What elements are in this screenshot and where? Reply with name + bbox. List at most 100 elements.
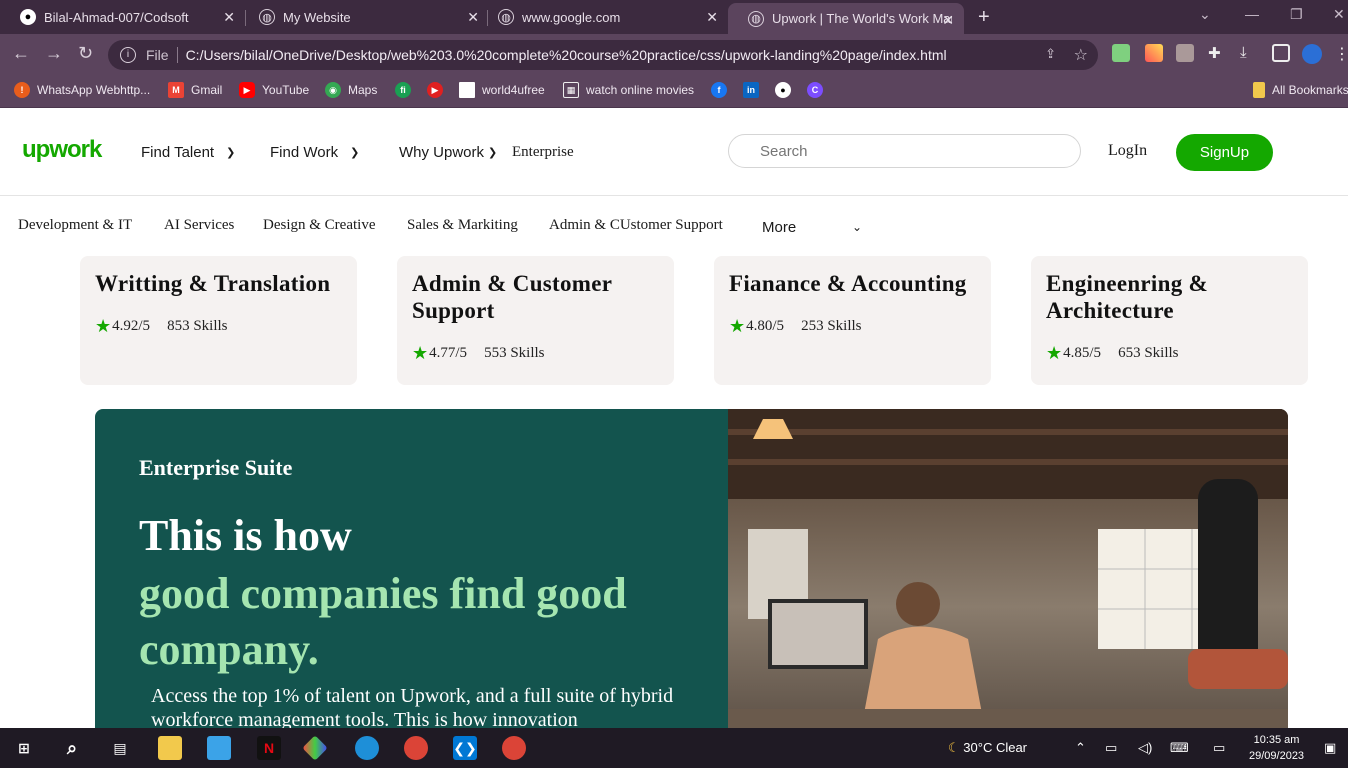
alert-icon: ! bbox=[14, 82, 30, 98]
reload-icon[interactable]: ↻ bbox=[78, 43, 93, 64]
card-rating: ★ 4.80/5 253 Skills bbox=[729, 316, 862, 336]
linkedin-icon: in bbox=[743, 82, 759, 98]
login-link[interactable]: LogIn bbox=[1108, 142, 1147, 160]
chrome-icon[interactable] bbox=[404, 736, 428, 760]
address-url[interactable]: C:/Users/bilal/OneDrive/Desktop/web%203.… bbox=[186, 47, 947, 63]
bookmark-linkedin[interactable]: in bbox=[743, 82, 766, 98]
banner-eyebrow: Enterprise Suite bbox=[139, 455, 293, 480]
nav-why-upwork[interactable]: Why Upwork ❯ bbox=[399, 144, 497, 161]
keyboard-icon[interactable]: ⌨ bbox=[1170, 740, 1189, 756]
c-icon: C bbox=[807, 82, 823, 98]
bookmark-facebook[interactable]: f bbox=[711, 82, 734, 98]
browser-tab-github[interactable]: ● Bilal-Ahmad-007/Codsoft ✕ bbox=[0, 0, 245, 34]
info-icon[interactable]: i bbox=[120, 47, 136, 63]
close-icon[interactable]: ✕ bbox=[223, 9, 235, 26]
bookmark-c-site[interactable]: C bbox=[807, 82, 830, 98]
clock-date: 29/09/2023 bbox=[1249, 750, 1305, 762]
avatar[interactable] bbox=[1302, 44, 1322, 64]
window-close-icon[interactable]: ✕ bbox=[1333, 6, 1345, 23]
app-diamond-icon[interactable] bbox=[302, 735, 328, 761]
close-icon[interactable]: ✕ bbox=[942, 12, 954, 29]
forward-icon[interactable]: → bbox=[45, 43, 63, 64]
bookmark-watch-movies[interactable]: ▦ watch online movies bbox=[563, 82, 694, 98]
banner-headline: This is how bbox=[139, 511, 352, 560]
menu-icon[interactable]: ⋮ bbox=[1334, 44, 1348, 63]
bookmark-world4ufree[interactable]: world4ufree bbox=[459, 82, 545, 98]
bookmark-green-site[interactable]: fi bbox=[395, 82, 418, 98]
category-admin-support[interactable]: Admin & CUstomer Support bbox=[549, 217, 723, 234]
facebook-icon: f bbox=[711, 82, 727, 98]
system-clock[interactable]: 10:35 am 29/09/2023 bbox=[1249, 732, 1304, 764]
card-rating: ★ 4.77/5 553 Skills bbox=[412, 343, 545, 363]
address-divider bbox=[176, 47, 178, 63]
gmail-icon: M bbox=[168, 82, 184, 98]
category-card[interactable]: Fianance & Accounting ★ 4.80/5 253 Skill… bbox=[714, 256, 991, 385]
nav-find-work[interactable]: Find Work ❯ bbox=[270, 144, 359, 161]
stats-extension-icon[interactable] bbox=[1176, 44, 1194, 62]
category-card[interactable]: Engineenring & Architecture ★ 4.85/5 653… bbox=[1031, 256, 1308, 385]
pen-extension-icon[interactable] bbox=[1145, 44, 1163, 62]
category-ai-services[interactable]: AI Services bbox=[164, 217, 234, 234]
bookmark-github[interactable]: ● bbox=[775, 82, 798, 98]
vscode-icon[interactable]: ❮❯ bbox=[453, 736, 477, 760]
tab-title: Bilal-Ahmad-007/Codsoft bbox=[44, 9, 189, 25]
bookmark-youtube[interactable]: ▶ YouTube bbox=[239, 82, 309, 98]
store-icon[interactable] bbox=[207, 736, 231, 760]
folder-icon bbox=[1253, 82, 1265, 98]
category-development-it[interactable]: Development & IT bbox=[18, 217, 132, 234]
category-card[interactable]: Writting & Translation ★ 4.92/5 853 Skil… bbox=[80, 256, 357, 385]
more-select[interactable]: More ⌄ bbox=[762, 216, 862, 238]
minimize-icon[interactable]: — bbox=[1245, 6, 1259, 22]
edge-icon[interactable] bbox=[355, 736, 379, 760]
bookmark-gmail[interactable]: M Gmail bbox=[168, 82, 222, 98]
restore-icon[interactable]: ❐ bbox=[1290, 6, 1303, 23]
chrome-profile-icon[interactable] bbox=[502, 736, 526, 760]
nav-find-talent[interactable]: Find Talent ❯ bbox=[141, 144, 235, 161]
file-explorer-icon[interactable] bbox=[158, 736, 182, 760]
task-view-icon[interactable]: ▤ bbox=[108, 736, 132, 760]
share-icon[interactable]: ⇪ bbox=[1045, 46, 1056, 62]
browser-tab-upwork[interactable]: ◍ Upwork | The World's Work Mar ✕ bbox=[728, 3, 964, 34]
bookmark-whatsapp[interactable]: ! WhatsApp Webhttp... bbox=[14, 82, 150, 98]
new-tab-button[interactable]: + bbox=[978, 6, 990, 29]
star-icon: ★ bbox=[412, 343, 429, 363]
bookmark-maps[interactable]: ◉ Maps bbox=[325, 82, 377, 98]
close-icon[interactable]: ✕ bbox=[706, 9, 718, 26]
chevron-up-icon[interactable]: ⌃ bbox=[1075, 740, 1086, 756]
signup-button[interactable]: SignUp bbox=[1176, 134, 1273, 171]
bookmark-red-play[interactable]: ▶ bbox=[427, 82, 450, 98]
card-title: Admin & Customer Support bbox=[412, 271, 612, 323]
puzzle-icon[interactable]: ✚ bbox=[1208, 44, 1226, 62]
category-card[interactable]: Admin & Customer Support ★ 4.77/5 553 Sk… bbox=[397, 256, 674, 385]
address-scheme: File bbox=[146, 47, 169, 63]
sidebar-icon[interactable] bbox=[1272, 44, 1290, 62]
category-sales-marketing[interactable]: Sales & Markiting bbox=[407, 217, 518, 234]
download-icon[interactable]: ⤓ bbox=[1240, 44, 1258, 62]
browser-tab-google[interactable]: ◍ www.google.com ✕ bbox=[478, 0, 728, 34]
browser-tab-my-website[interactable]: ◍ My Website ✕ bbox=[239, 0, 489, 34]
search-input[interactable] bbox=[728, 134, 1081, 168]
upwork-logo[interactable]: upwork bbox=[22, 136, 102, 164]
bookmark-all-bookmarks[interactable]: All Bookmarks bbox=[1253, 82, 1348, 98]
search-icon[interactable]: ⌕ bbox=[60, 736, 84, 760]
bookmark-star-icon[interactable]: ☆ bbox=[1074, 45, 1088, 65]
card-rating: ★ 4.92/5 853 Skills bbox=[95, 316, 228, 336]
weather-widget[interactable]: ☾ 30°C Clear bbox=[948, 740, 1027, 756]
star-icon: ★ bbox=[1046, 343, 1063, 363]
card-title: Fianance & Accounting bbox=[729, 271, 967, 296]
tab-title: www.google.com bbox=[522, 9, 621, 25]
display-icon[interactable]: ▭ bbox=[1213, 740, 1225, 756]
tab-search-icon[interactable]: ⌄ bbox=[1199, 6, 1211, 23]
volume-icon[interactable]: ◁) bbox=[1138, 740, 1152, 756]
notification-icon[interactable]: ▣ bbox=[1324, 740, 1336, 756]
extension-icon[interactable] bbox=[1112, 44, 1130, 62]
battery-icon[interactable]: ▭ bbox=[1105, 740, 1117, 756]
back-icon[interactable]: ← bbox=[12, 43, 30, 64]
moon-icon: ☾ bbox=[948, 740, 960, 755]
address-bar[interactable]: i File C:/Users/bilal/OneDrive/Desktop/w… bbox=[108, 40, 1098, 70]
nav-enterprise[interactable]: Enterprise bbox=[512, 144, 574, 161]
netflix-icon[interactable]: N bbox=[257, 736, 281, 760]
windows-start-icon[interactable]: ⊞ bbox=[12, 736, 36, 760]
category-design-creative[interactable]: Design & Creative bbox=[263, 217, 375, 234]
banner-text-panel: Enterprise Suite This is how good compan… bbox=[95, 409, 728, 728]
